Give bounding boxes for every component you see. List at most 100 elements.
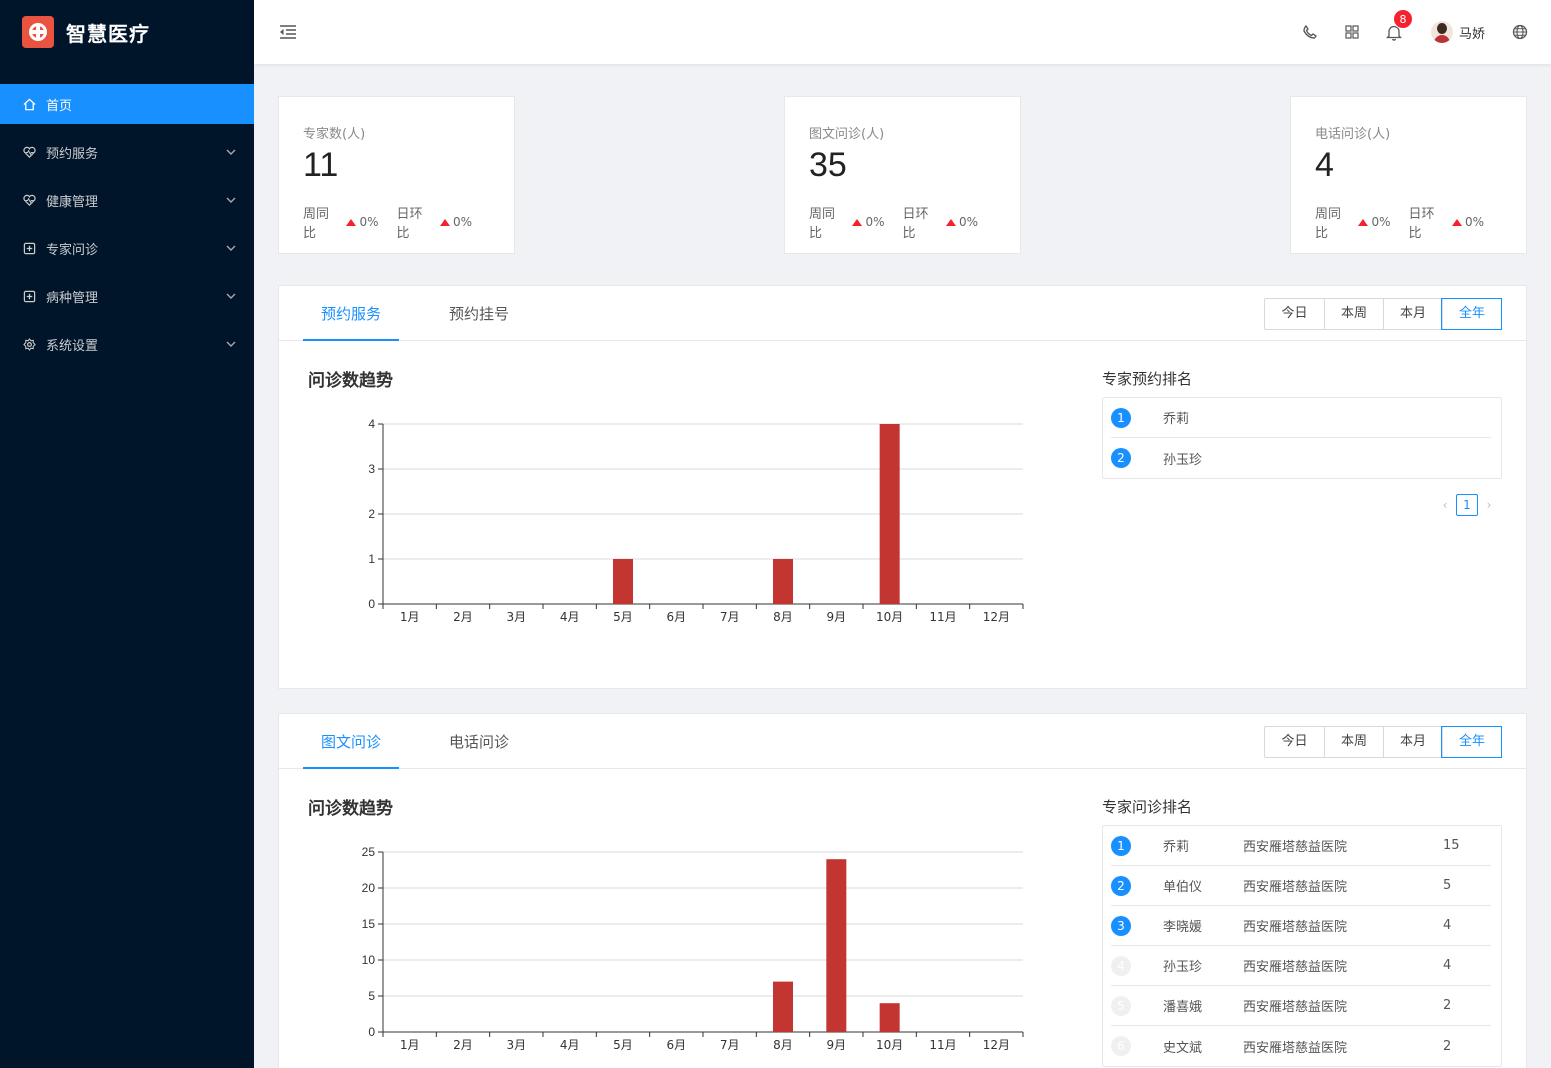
- apps-grid-icon[interactable]: [1341, 21, 1363, 43]
- hospital-name: 西安雁塔慈益医院: [1243, 960, 1348, 975]
- rank-number: 5: [1111, 995, 1131, 1016]
- rank-number: 2: [1111, 448, 1131, 468]
- sidebar-item-disease[interactable]: 病种管理: [0, 276, 254, 316]
- table-row: 6 史文斌 西安雁塔慈益医院 2: [1111, 1026, 1491, 1066]
- x-tick-label: 10月: [876, 610, 903, 624]
- consult-count: 4: [1443, 918, 1452, 933]
- sidebar-item-health[interactable]: 健康管理: [0, 180, 254, 220]
- plus-box-icon: [22, 289, 36, 303]
- header-actions: 8 马娇: [1289, 9, 1551, 43]
- home-icon: [22, 97, 36, 111]
- trend-up-icon: [1358, 218, 1369, 226]
- chevron-right-icon[interactable]: ›: [1480, 498, 1498, 512]
- range-month-button[interactable]: 本月: [1383, 727, 1442, 757]
- stat-card-phone-consult: 电话问诊(人) 4 周同比 0% 日环比 0%: [1290, 96, 1527, 254]
- sidebar-item-consultation[interactable]: 专家问诊: [0, 228, 254, 268]
- x-tick-label: 2月: [453, 1038, 473, 1052]
- sidebar-item-appointment[interactable]: 预约服务: [0, 132, 254, 172]
- bar: [879, 424, 900, 604]
- x-tick-label: 11月: [929, 1038, 956, 1052]
- day-compare-label: 日环比: [1408, 207, 1435, 241]
- logo-icon: [22, 16, 54, 48]
- trend-up-icon: [852, 218, 863, 226]
- week-compare-label: 周同比: [303, 207, 330, 241]
- rank-number: 1: [1111, 407, 1131, 428]
- bar: [826, 859, 847, 1032]
- user-name: 马娇: [1458, 26, 1485, 42]
- pagination: ‹ 1 ›: [1436, 494, 1498, 516]
- range-month-button[interactable]: 本月: [1383, 299, 1442, 329]
- expert-name: 乔莉: [1163, 840, 1190, 855]
- stat-value: 11: [303, 146, 339, 184]
- sidebar-item-label: 病种管理: [46, 290, 99, 306]
- range-today-button[interactable]: 今日: [1265, 727, 1324, 757]
- chevron-left-icon[interactable]: ‹: [1436, 498, 1454, 512]
- range-today-button[interactable]: 今日: [1265, 299, 1324, 329]
- consult-count: 2: [1443, 1038, 1452, 1054]
- phone-icon[interactable]: [1299, 21, 1321, 43]
- app-title: 智慧医疗: [66, 21, 150, 46]
- x-tick-label: 3月: [507, 610, 527, 624]
- range-week-button[interactable]: 本周: [1324, 299, 1383, 329]
- bell-icon[interactable]: 8: [1383, 9, 1413, 43]
- range-year-button[interactable]: 全年: [1441, 726, 1502, 758]
- consultation-trend-chart: 0 5 10 15 20 25 1月 2月 3月 4月 5月 6月 7月 8月 9月 10月 11月 12月: [362, 845, 1024, 1052]
- x-tick-label: 9月: [827, 1038, 847, 1052]
- notification-badge: 8: [1392, 9, 1413, 29]
- x-tick-label: 1月: [400, 610, 420, 624]
- tab-appointment-service[interactable]: 预约服务: [303, 286, 399, 341]
- tab-phone-consult[interactable]: 电话问诊: [431, 714, 527, 769]
- page-button[interactable]: 1: [1456, 494, 1478, 516]
- sidebar-item-settings[interactable]: 系统设置: [0, 324, 254, 364]
- trend-up-icon: [346, 218, 357, 226]
- x-tick-label: 6月: [667, 610, 687, 624]
- stat-title: 电话问诊(人): [1315, 127, 1391, 142]
- bar: [773, 981, 793, 1032]
- date-range-selector: 今日 本周 本月 全年: [1264, 726, 1502, 758]
- expert-consult-rank-list: 1 乔莉 西安雁塔慈益医院 15 2 单伯仪 西安雁塔慈益医院 5 3 李晓媛 …: [1102, 825, 1502, 1067]
- table-row: 3 李晓媛 西安雁塔慈益医院 4: [1111, 906, 1491, 946]
- expert-name: 李晓媛: [1163, 920, 1203, 935]
- stat-trend: 周同比 0% 日环比 0%: [809, 203, 996, 241]
- y-tick-label: 15: [362, 917, 376, 931]
- table-row: 4 孙玉珍 西安雁塔慈益医院 4: [1111, 946, 1491, 986]
- range-year-button[interactable]: 全年: [1441, 298, 1502, 330]
- expert-name: 史文斌: [1163, 1040, 1203, 1056]
- globe-icon[interactable]: [1509, 21, 1531, 43]
- x-tick-label: 4月: [560, 610, 580, 624]
- x-tick-label: 9月: [827, 610, 847, 624]
- heart-icon: [22, 145, 36, 159]
- day-compare-value: 0%: [452, 215, 472, 229]
- x-tick-label: 3月: [507, 1038, 527, 1052]
- user-menu[interactable]: 马娇: [1430, 21, 1485, 43]
- consult-count: 2: [1443, 998, 1452, 1013]
- menu-fold-icon[interactable]: [278, 22, 298, 42]
- tab-text-consult[interactable]: 图文问诊: [303, 714, 399, 769]
- hospital-name: 西安雁塔慈益医院: [1243, 920, 1348, 935]
- y-tick-label: 0: [368, 597, 375, 611]
- x-tick-label: 12月: [983, 610, 1010, 624]
- table-row: 5 潘喜娥 西安雁塔慈益医院 2: [1111, 986, 1491, 1026]
- day-compare-label: 日环比: [396, 207, 423, 241]
- expert-appointment-rank-list: 1 乔莉 2 孙玉珍: [1102, 397, 1502, 479]
- heart-icon: [22, 193, 36, 207]
- x-tick-label: 2月: [453, 610, 473, 624]
- sidebar-item-home[interactable]: 首页: [0, 84, 254, 124]
- week-compare-value: 0%: [865, 215, 885, 229]
- bar: [613, 559, 633, 604]
- stat-trend: 周同比 0% 日环比 0%: [303, 203, 490, 241]
- stat-trend: 周同比 0% 日环比 0%: [1315, 203, 1502, 241]
- trend-up-icon: [439, 218, 450, 226]
- logo[interactable]: 智慧医疗: [0, 0, 254, 64]
- hospital-name: 西安雁塔慈益医院: [1243, 1040, 1348, 1056]
- expert-name: 单伯仪: [1163, 880, 1203, 895]
- week-compare-value: 0%: [1371, 215, 1391, 229]
- range-week-button[interactable]: 本周: [1324, 727, 1383, 757]
- tab-registration[interactable]: 预约挂号: [431, 286, 527, 341]
- x-tick-label: 5月: [613, 1038, 633, 1052]
- stat-title: 图文问诊(人): [809, 127, 885, 142]
- x-tick-label: 8月: [773, 1038, 793, 1052]
- week-compare-label: 周同比: [809, 207, 836, 241]
- y-tick-label: 20: [362, 881, 376, 895]
- trend-up-icon: [1451, 218, 1462, 226]
